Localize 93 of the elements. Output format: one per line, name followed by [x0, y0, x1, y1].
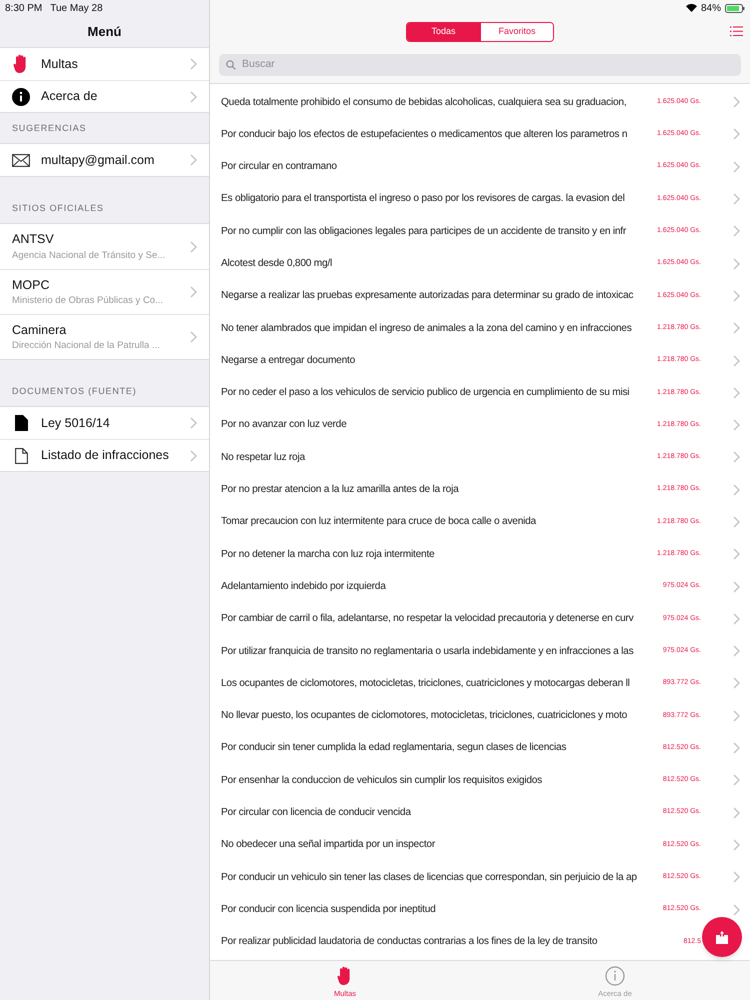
menu-item-label: ANTSV: [12, 231, 55, 248]
chevron-icon: [733, 484, 740, 496]
info-icon: [12, 88, 30, 106]
chevron-icon: [733, 451, 740, 464]
chevron-icon: [733, 774, 740, 786]
chevron-icon: [733, 742, 740, 754]
chevron-icon: [733, 96, 740, 108]
fine-description: Por ensenhar la conduccion de vehiculos sin cumplir los requisitos exigidos: [221, 774, 544, 788]
chevron-icon: [733, 516, 740, 528]
fine-description: Por realizar publicidad laudatoria de conductas contrarias a los fines de la ley de transito: [221, 935, 598, 950]
fine-description: No llevar puesto, los ocupantes de ciclomotores, motocicletas, triciclones, cuatriciclones y moto: [221, 709, 628, 724]
fine-description: Por no detener la marcha con luz roja intermitente: [221, 548, 436, 562]
chevron-icon: [733, 386, 740, 399]
fine-description: Adelantamiento indebido por izquierda: [221, 580, 387, 594]
search-icon: [226, 60, 236, 70]
menu-item-label: Ley 5016/14: [41, 414, 111, 432]
status-time: 8:30 PM: [5, 2, 42, 16]
fine-description: Queda totalmente prohibido el consumo de bebidas alcoholicas, cualquiera sea su graduacion,: [221, 96, 628, 110]
mail-icon: [12, 154, 30, 166]
chevron-icon: [733, 225, 740, 238]
chevron-icon: [190, 286, 197, 298]
chevron-icon: [733, 193, 740, 206]
info-icon: [605, 966, 625, 986]
chevron-icon: [733, 128, 740, 140]
fine-description: Por conducir sin tener cumplida la edad reglamentaria, segun clases de licencias: [221, 741, 568, 756]
chevron-icon: [733, 904, 740, 916]
fine-description: Por utilizar franquicia de transito no reglamentaria o usarla indebidamente y en infracciones a las: [221, 644, 634, 659]
fine-description: Negarse a entregar documento: [221, 354, 356, 368]
document-icon: [14, 448, 28, 464]
menu-item-label: multapy@gmail.com: [41, 152, 156, 169]
chevron-icon: [190, 90, 197, 102]
status-date: Tue May 28: [50, 2, 103, 16]
fine-description: Por no prestar atencion a la luz amarilla antes de la roja: [221, 483, 460, 498]
chevron-icon: [733, 645, 740, 658]
menu-item-label: Caminera: [12, 322, 68, 338]
chevron-icon: [190, 450, 197, 462]
fine-description: Por no cumplir con las obligaciones legales para participes de un accidente de transito y en infr: [221, 224, 628, 239]
fine-description: Por conducir un vehiculo sin tener las clases de licencias que correspondan, sin perjuicio de la ap: [221, 870, 638, 885]
fine-description: Por conducir bajo los efectos de estupefacientes o medicamentos que alteren los parametros n: [221, 128, 628, 142]
battery-icon: [725, 4, 745, 12]
segment-tab[interactable]: Todas: [407, 23, 480, 41]
chevron-icon: [190, 58, 197, 70]
chevron-icon: [733, 354, 740, 367]
chevron-icon: [190, 417, 197, 429]
fine-description: Tomar precaucion con luz intermitente para cruce de boca calle o avenida: [221, 515, 538, 530]
list-icon[interactable]: [730, 25, 744, 37]
chevron-icon: [733, 580, 740, 593]
wifi-icon: [686, 4, 697, 12]
menu-item-label: Multas: [41, 56, 79, 73]
battery-percent: 84%: [700, 2, 721, 16]
fine-description: No respetar luz roja: [221, 450, 306, 465]
chevron-icon: [733, 838, 740, 851]
fine-description: Por circular con licencia de conducir vencida: [221, 806, 412, 820]
chevron-icon: [733, 290, 740, 302]
chevron-icon: [733, 258, 740, 270]
chevron-icon: [733, 419, 740, 432]
menu-item-label: Acerca de: [41, 88, 98, 106]
chevron-icon: [733, 677, 740, 690]
chevron-icon: [733, 322, 740, 334]
chevron-icon: [733, 710, 740, 722]
menu-item-subtitle: Dirección Nacional de la Patrulla ...: [12, 339, 161, 354]
search-bar[interactable]: Buscar: [219, 54, 741, 76]
chevron-icon: [733, 160, 740, 173]
fine-description: Por no avanzar con luz verde: [221, 418, 348, 432]
section-header: DOCUMENTOS (FUENTE): [12, 384, 137, 398]
fine-description: Por conducir con licencia suspendida por ineptitud: [221, 902, 437, 917]
menu-item-label: Listado de infracciones: [41, 447, 170, 464]
chevron-icon: [190, 240, 197, 252]
chevron-icon: [733, 871, 740, 884]
search-field[interactable]: Buscar: [242, 57, 734, 73]
fine-description: Los ocupantes de ciclomotores, motocicletas, triciclones, cuatriciclones y motocargas deberan ll: [221, 676, 631, 691]
fine-description: No obedecer una señal impartida por un inspector: [221, 838, 436, 852]
section-header: SITIOS OFICIALES: [12, 202, 104, 214]
fine-description: Es obligatorio para el transportista el ingreso o paso por los revisores de cargas. la evasion del: [221, 192, 626, 206]
chevron-icon: [733, 612, 740, 625]
fine-description: Negarse a realizar las pruebas expresamente autorizadas para determinar su grado de intoxicac: [221, 289, 634, 304]
document-icon: [14, 415, 28, 431]
chevron-icon: [733, 548, 740, 560]
menu-item-label: MOPC: [12, 276, 50, 294]
fine-description: Por cambiar de carril o fila, adelantarse, no respetar la velocidad precautoria y detenerse en curv: [221, 612, 635, 626]
fine-description: Alcotest desde 0,800 mg/l: [221, 256, 333, 271]
share-icon: [716, 930, 728, 944]
segment-tab[interactable]: Favoritos: [480, 23, 553, 41]
chevron-icon: [733, 806, 740, 819]
menu-item-subtitle: Agencia Nacional de Tránsito y Se...: [12, 248, 166, 263]
fine-description: No tener alambrados que impidan el ingreso de animales a la zona del camino y en infracciones: [221, 322, 633, 336]
chevron-icon: [190, 331, 197, 343]
fine-description: Por circular en contramano: [221, 160, 338, 174]
menu-item-subtitle: Ministerio de Obras Públicas y Co...: [12, 294, 164, 308]
fine-description: Por no ceder el paso a los vehiculos de servicio publico de urgencia en cumplimiento de su misi: [221, 386, 630, 400]
chevron-icon: [190, 154, 197, 166]
sidebar-title: Menú: [86, 22, 122, 41]
section-header: SUGERENCIAS: [12, 122, 86, 134]
